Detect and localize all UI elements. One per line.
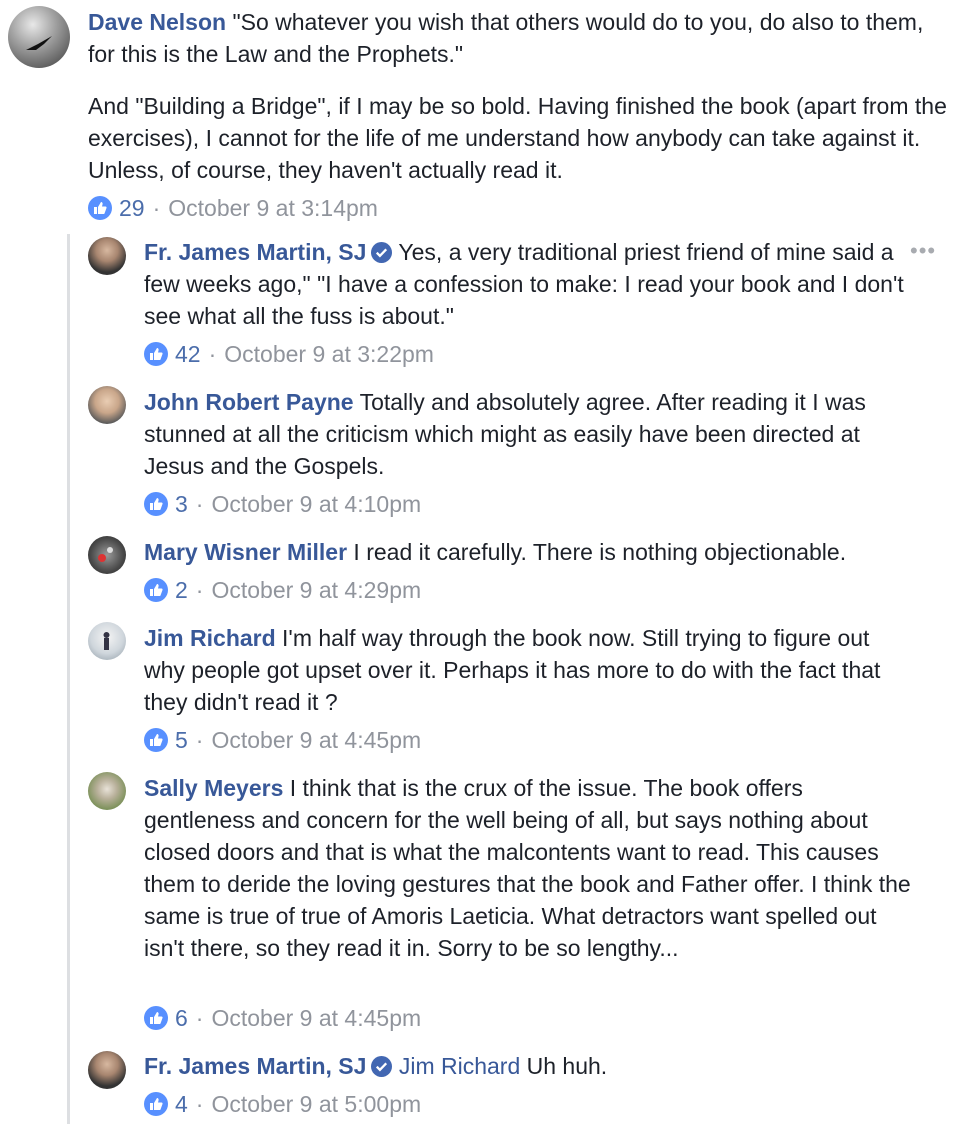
separator: · [208, 341, 217, 367]
timestamp[interactable]: October 9 at 4:45pm [211, 1003, 421, 1033]
verified-badge-icon [371, 242, 393, 263]
separator: · [195, 1091, 204, 1117]
avatar-john-robert-payne[interactable] [88, 386, 126, 424]
reply-thread-line [67, 234, 70, 1124]
like-count[interactable]: 29 [119, 193, 145, 223]
like-count[interactable]: 4 [175, 1089, 188, 1119]
reply-body: I think that is the crux of the issue. T… [144, 775, 911, 961]
reply-author[interactable]: John Robert Payne [144, 389, 354, 415]
avatar-sally-meyers[interactable] [88, 772, 126, 810]
bird-silhouette-icon [26, 36, 52, 50]
like-count[interactable]: 42 [175, 339, 201, 369]
separator: · [195, 1005, 204, 1031]
separator: · [195, 491, 204, 517]
avatar-jim-richard[interactable] [88, 622, 126, 660]
photo-detail-icon [98, 547, 113, 562]
reply-text: Jim Richard I'm half way through the boo… [144, 622, 904, 718]
reply-author[interactable]: Fr. James Martin, SJ [144, 1053, 366, 1079]
separator: · [195, 577, 204, 603]
thumbs-up-icon[interactable] [144, 1092, 168, 1116]
like-count[interactable]: 5 [175, 725, 188, 755]
avatar-james-martin[interactable] [88, 1051, 126, 1089]
avatar-mary-wisner-miller[interactable] [88, 536, 126, 574]
timestamp[interactable]: October 9 at 5:00pm [211, 1089, 421, 1119]
reply-meta: 3 · October 9 at 4:10pm [144, 489, 421, 519]
reply-text: Fr. James Martin, SJ Jim Richard Uh huh. [144, 1050, 914, 1082]
thumbs-up-icon[interactable] [144, 728, 168, 752]
like-count[interactable]: 6 [175, 1003, 188, 1033]
separator: · [152, 195, 161, 221]
reply-meta: 42 · October 9 at 3:22pm [144, 339, 434, 369]
like-count[interactable]: 2 [175, 575, 188, 605]
timestamp[interactable]: October 9 at 4:45pm [211, 725, 421, 755]
separator: · [195, 727, 204, 753]
reply-meta: 4 · October 9 at 5:00pm [144, 1089, 421, 1119]
timestamp[interactable]: October 9 at 3:14pm [168, 193, 378, 223]
reply-text: Fr. James Martin, SJ Yes, a very traditi… [144, 236, 904, 332]
reply-text: John Robert Payne Totally and absolutely… [144, 386, 904, 482]
reply-author[interactable]: Jim Richard [144, 625, 276, 651]
mentioned-user[interactable]: Jim Richard [399, 1053, 520, 1079]
thumbs-up-icon[interactable] [144, 1006, 168, 1030]
person-in-snow-icon [103, 632, 110, 650]
reply-text: Sally Meyers I think that is the crux of… [144, 772, 914, 964]
timestamp[interactable]: October 9 at 3:22pm [224, 339, 434, 369]
reply-author[interactable]: Mary Wisner Miller [144, 539, 347, 565]
reply-meta: 5 · October 9 at 4:45pm [144, 725, 421, 755]
comment-text-2: And "Building a Bridge", if I may be so … [88, 93, 947, 183]
reply-author[interactable]: Sally Meyers [144, 775, 283, 801]
reply-text: Mary Wisner Miller I read it carefully. … [144, 536, 924, 568]
thumbs-up-icon[interactable] [144, 578, 168, 602]
timestamp[interactable]: October 9 at 4:29pm [211, 575, 421, 605]
avatar-dave-nelson[interactable] [8, 6, 70, 68]
reply-meta: 2 · October 9 at 4:29pm [144, 575, 421, 605]
comment-author[interactable]: Dave Nelson [88, 9, 226, 35]
thumbs-up-icon[interactable] [144, 342, 168, 366]
avatar-james-martin[interactable] [88, 237, 126, 275]
comment-text: Dave Nelson "So whatever you wish that o… [88, 6, 948, 70]
verified-badge-icon [371, 1056, 393, 1077]
reply-author[interactable]: Fr. James Martin, SJ [144, 239, 366, 265]
comment-meta: 29 · October 9 at 3:14pm [88, 193, 378, 223]
reply-body: Uh huh. [520, 1053, 608, 1079]
like-count[interactable]: 3 [175, 489, 188, 519]
more-options-icon[interactable]: ••• [910, 238, 936, 264]
thumbs-up-icon[interactable] [144, 492, 168, 516]
reply-body: I read it carefully. There is nothing ob… [347, 539, 847, 565]
reply-meta: 6 · October 9 at 4:45pm [144, 1003, 421, 1033]
thumbs-up-icon[interactable] [88, 196, 112, 220]
timestamp[interactable]: October 9 at 4:10pm [211, 489, 421, 519]
